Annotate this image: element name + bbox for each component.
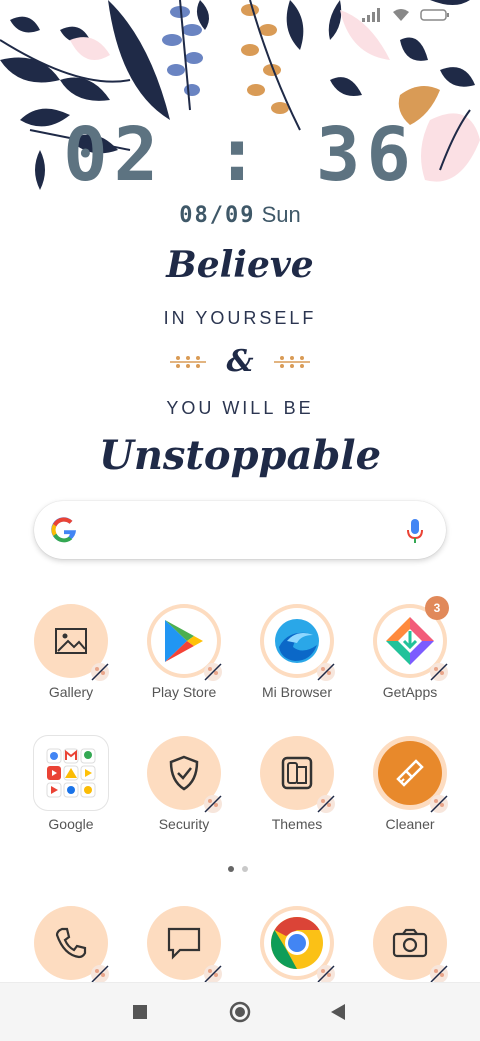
page-dot[interactable] bbox=[242, 866, 248, 872]
microphone-icon[interactable] bbox=[406, 517, 424, 545]
flower-decoration-icon bbox=[204, 795, 222, 813]
chrome-icon bbox=[260, 906, 335, 983]
quote-ampersand-row: & bbox=[0, 344, 480, 379]
app-security[interactable]: Security bbox=[134, 736, 234, 832]
wifi-icon bbox=[393, 9, 409, 21]
flower-decoration-icon bbox=[204, 663, 222, 681]
page-dot-active[interactable] bbox=[228, 866, 234, 872]
app-label: Themes bbox=[271, 816, 323, 832]
dock-phone[interactable] bbox=[21, 906, 121, 983]
app-google-folder[interactable]: Google bbox=[21, 736, 121, 832]
date-daymonth: 08/09 bbox=[179, 203, 256, 228]
sprig-icon bbox=[273, 355, 310, 368]
mi-browser-icon bbox=[260, 604, 335, 681]
camera-icon bbox=[373, 906, 448, 983]
signal-icon bbox=[362, 8, 380, 22]
security-shield-icon bbox=[147, 736, 222, 813]
google-logo-icon bbox=[51, 517, 76, 543]
app-gallery[interactable]: Gallery bbox=[21, 604, 121, 700]
date-weekday: Sun bbox=[261, 202, 301, 227]
messages-icon bbox=[147, 906, 222, 983]
app-label: Security bbox=[158, 816, 210, 832]
app-label: Mi Browser bbox=[261, 684, 332, 700]
app-label: GetApps bbox=[382, 684, 438, 700]
app-cleaner[interactable]: Cleaner bbox=[360, 736, 460, 832]
clock-time[interactable]: 02 : 36 bbox=[0, 112, 480, 198]
quote-in-yourself: IN YOURSELF bbox=[163, 308, 317, 328]
notification-badge: 3 bbox=[425, 596, 449, 620]
sprig-icon bbox=[170, 355, 207, 368]
quote-believe: Believe bbox=[166, 244, 314, 286]
quote-ampersand: & bbox=[226, 344, 254, 379]
play-store-icon bbox=[147, 604, 222, 681]
dock-chrome[interactable] bbox=[247, 906, 347, 983]
status-bar bbox=[362, 8, 450, 22]
gallery-icon bbox=[34, 604, 109, 681]
flower-decoration-icon bbox=[430, 663, 448, 681]
recents-square-icon[interactable] bbox=[133, 1005, 147, 1019]
app-label: Google bbox=[48, 816, 94, 832]
app-play-store[interactable]: Play Store bbox=[134, 604, 234, 700]
app-mi-browser[interactable]: Mi Browser bbox=[247, 604, 347, 700]
themes-icon bbox=[260, 736, 335, 813]
navigation-bar bbox=[0, 982, 480, 1041]
app-themes[interactable]: Themes bbox=[247, 736, 347, 832]
flower-decoration-icon bbox=[430, 795, 448, 813]
page-indicator[interactable] bbox=[228, 866, 248, 872]
app-label: Gallery bbox=[48, 684, 94, 700]
back-triangle-icon[interactable] bbox=[331, 1004, 345, 1020]
getapps-icon: 3 bbox=[373, 596, 449, 681]
dock-camera[interactable] bbox=[360, 906, 460, 983]
flower-decoration-icon bbox=[317, 663, 335, 681]
dock-messages[interactable] bbox=[134, 906, 234, 983]
flower-decoration-icon bbox=[317, 795, 335, 813]
flower-decoration-icon bbox=[91, 663, 109, 681]
battery-icon bbox=[420, 9, 449, 21]
app-label: Cleaner bbox=[385, 816, 435, 832]
app-label: Play Store bbox=[151, 684, 217, 700]
phone-icon bbox=[34, 906, 109, 983]
app-getapps[interactable]: 3 GetApps bbox=[360, 596, 460, 700]
quote-you-will-be: YOU WILL BE bbox=[166, 398, 314, 418]
home-circle-icon[interactable] bbox=[229, 1001, 251, 1023]
google-folder-icon bbox=[34, 736, 108, 810]
cleaner-brush-icon bbox=[373, 736, 448, 813]
quote-unstoppable: Unstoppable bbox=[98, 432, 382, 479]
google-search-bar[interactable] bbox=[34, 501, 446, 559]
date-label[interactable]: 08/09 Sun bbox=[0, 202, 480, 228]
